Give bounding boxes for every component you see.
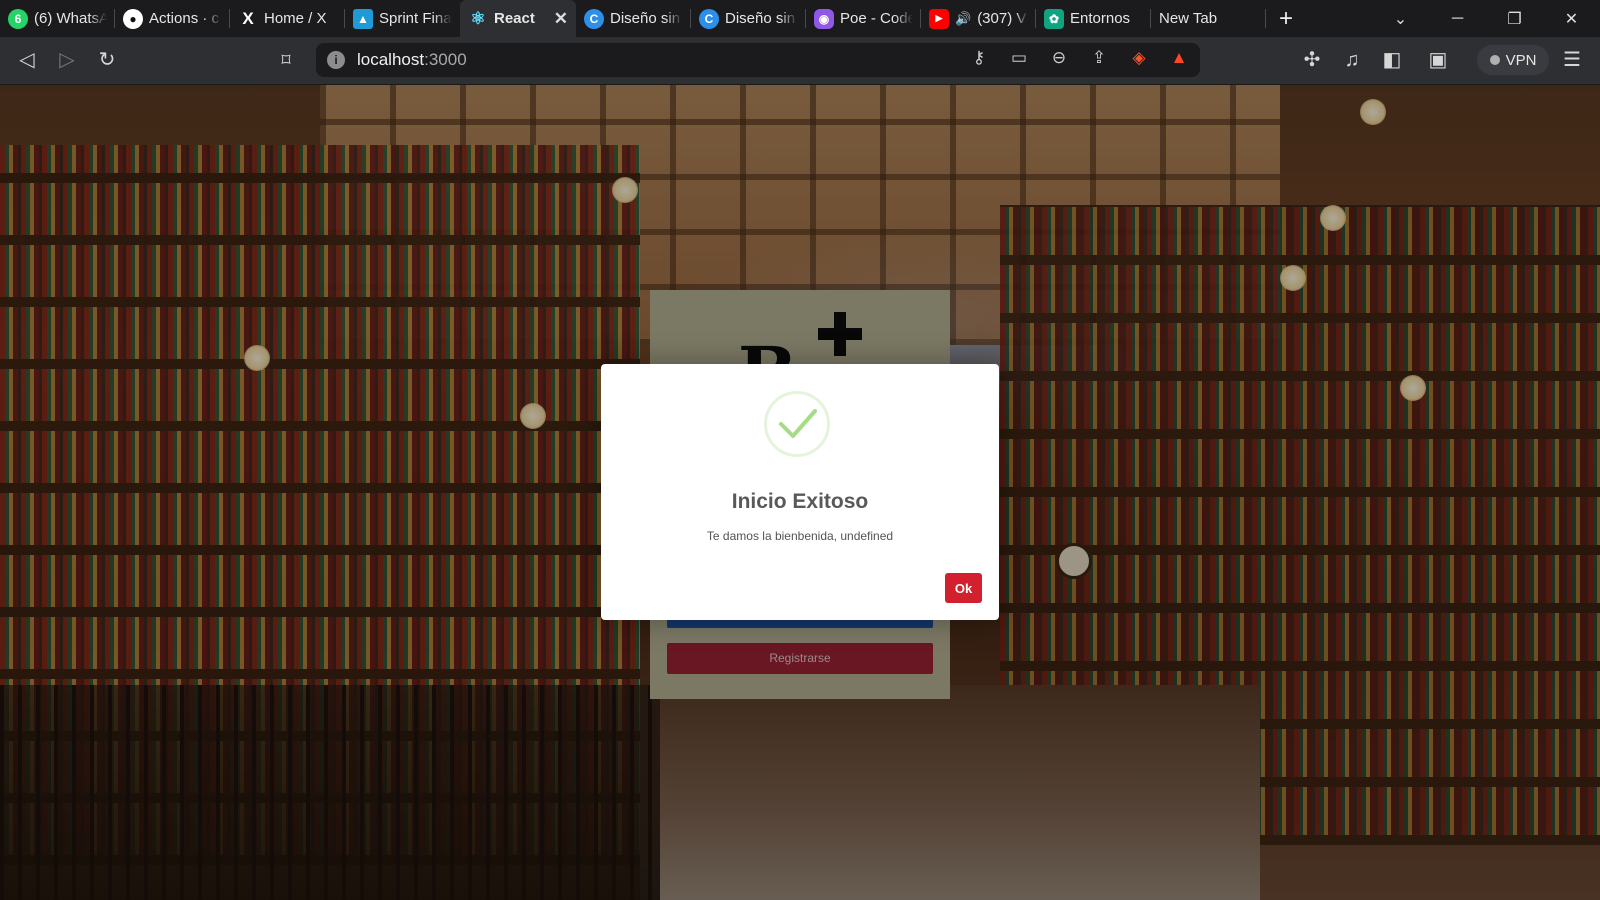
poe-icon: ◉ xyxy=(814,8,834,29)
tab-search-icon[interactable]: ⌄ xyxy=(1372,9,1429,29)
zoom-out-icon[interactable]: ⊖ xyxy=(1046,48,1072,68)
vpn-button[interactable]: VPN xyxy=(1477,45,1549,75)
trello-icon: ▲ xyxy=(353,8,373,29)
media-icon[interactable]: ♫ xyxy=(1340,48,1364,72)
tab-canva-1[interactable]: C Diseño sin xyxy=(576,0,691,37)
tab-title: (6) WhatsApp xyxy=(34,10,107,27)
tab-title: New Tab xyxy=(1159,10,1218,27)
close-tab-icon[interactable]: ✕ xyxy=(554,9,568,29)
tab-title: Diseño sin xyxy=(610,10,681,27)
tab-title: Entornos xyxy=(1070,10,1131,27)
success-dialog: Inicio Exitoso Te damos la bienbenida, u… xyxy=(601,364,999,620)
sidebar-icon[interactable]: ◧ xyxy=(1380,48,1404,72)
whatsapp-icon: 6 xyxy=(8,8,28,29)
wallet-icon[interactable]: ▣ xyxy=(1426,48,1450,72)
react-icon: ⚛ xyxy=(470,8,486,28)
tab-title: Poe - Code xyxy=(840,10,913,27)
bookmark-icon[interactable]: ⌑ xyxy=(274,48,298,72)
tab-title: Sprint Final xyxy=(379,10,452,27)
tab-title: Actions · c xyxy=(149,10,220,27)
site-info-icon[interactable]: i xyxy=(327,51,345,69)
chatgpt-icon: ✿ xyxy=(1044,8,1064,29)
cast-icon[interactable]: ▭ xyxy=(1006,48,1032,68)
tab-strip: 6 (6) WhatsApp ● Actions · c X Home / X … xyxy=(0,0,1600,37)
brave-rewards-icon[interactable]: ▲ xyxy=(1166,48,1192,68)
vpn-label: VPN xyxy=(1505,51,1537,69)
tab-sprint-final[interactable]: ▲ Sprint Final xyxy=(345,0,460,37)
url-text[interactable]: localhost:3000 xyxy=(357,50,467,70)
github-icon: ● xyxy=(123,8,143,29)
close-window-button[interactable]: ✕ xyxy=(1543,9,1600,29)
canva-icon: C xyxy=(584,8,604,29)
menu-icon[interactable]: ☰ xyxy=(1560,48,1584,72)
reload-icon[interactable]: ↻ xyxy=(95,48,119,72)
share-icon[interactable]: ⇪ xyxy=(1086,48,1112,68)
dialog-message: Te damos la bienbenida, undefined xyxy=(706,529,894,543)
tab-title: React xyxy=(494,10,535,27)
tab-github-actions[interactable]: ● Actions · c xyxy=(115,0,230,37)
restore-button[interactable]: ❐ xyxy=(1486,9,1543,29)
x-icon: X xyxy=(242,8,254,28)
dialog-title: Inicio Exitoso xyxy=(731,490,869,513)
tab-react[interactable]: ⚛ React ✕ xyxy=(460,0,576,37)
page-viewport: B Ingresar Registrarse Inicio Exitoso Te… xyxy=(0,85,1600,900)
tab-poe[interactable]: ◉ Poe - Code xyxy=(806,0,921,37)
key-icon[interactable]: ⚷ xyxy=(966,48,992,68)
success-check-icon xyxy=(764,391,830,457)
tab-entornos[interactable]: ✿ Entornos xyxy=(1036,0,1151,37)
brave-shields-icon[interactable]: ◈ xyxy=(1126,48,1152,68)
tab-canva-2[interactable]: C Diseño sin xyxy=(691,0,806,37)
tab-new-tab[interactable]: New Tab xyxy=(1151,0,1266,37)
tab-title: Home / X xyxy=(264,10,327,27)
ok-button[interactable]: Ok xyxy=(945,573,982,603)
audio-playing-icon[interactable]: 🔊 xyxy=(955,11,971,27)
window-controls: ⌄ ─ ❐ ✕ xyxy=(1372,0,1600,37)
new-tab-button[interactable]: + xyxy=(1266,0,1306,37)
canva-icon: C xyxy=(699,8,719,29)
browser-toolbar: ◁ ▷ ↻ ⌑ i localhost:3000 ⚷ ▭ ⊖ ⇪ ◈ ▲ ✣ ♫… xyxy=(0,37,1600,85)
back-icon[interactable]: ◁ xyxy=(15,48,39,72)
vpn-status-icon xyxy=(1489,55,1500,65)
tab-title: (307) V xyxy=(977,10,1027,27)
tab-title: Diseño sin xyxy=(725,10,796,27)
youtube-icon: ▶ xyxy=(929,8,949,29)
address-actions: ⚷ ▭ ⊖ ⇪ ◈ ▲ xyxy=(966,48,1192,68)
forward-icon[interactable]: ▷ xyxy=(55,48,79,72)
extensions-icon[interactable]: ✣ xyxy=(1300,48,1324,72)
url-host: localhost xyxy=(357,50,425,69)
address-bar[interactable]: i localhost:3000 ⚷ ▭ ⊖ ⇪ ◈ ▲ xyxy=(316,43,1200,77)
url-port: :3000 xyxy=(424,50,467,69)
tab-x-home[interactable]: X Home / X xyxy=(230,0,345,37)
tab-whatsapp[interactable]: 6 (6) WhatsApp xyxy=(0,0,115,37)
tab-youtube[interactable]: ▶ 🔊 (307) V xyxy=(921,0,1036,37)
minimize-button[interactable]: ─ xyxy=(1429,10,1486,28)
